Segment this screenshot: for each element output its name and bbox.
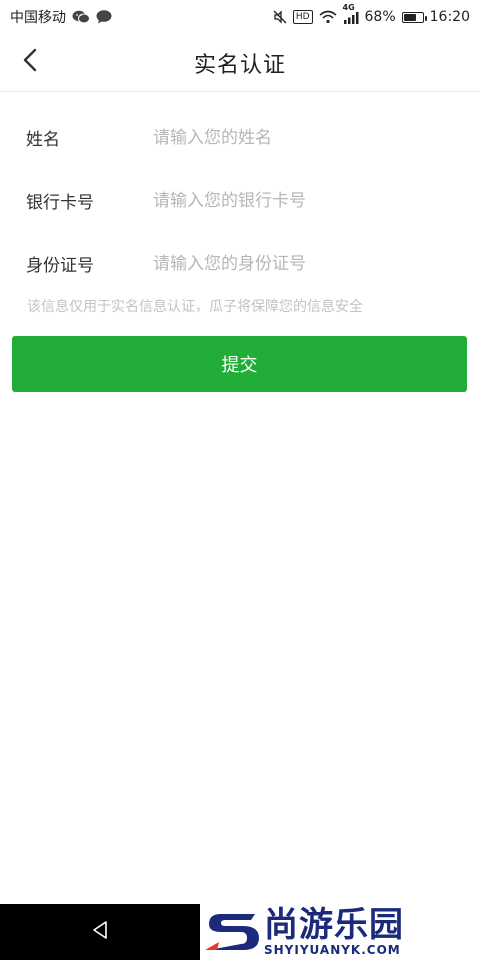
network-label: 4G [342,3,355,12]
signal-icon: 4G [343,3,359,25]
form-row-bank-card: 银行卡号 [0,169,480,232]
status-right: HD 4G 68% 16:20 [273,3,470,25]
name-label: 姓名 [26,130,60,150]
header: 实名认证 [0,34,480,92]
watermark-cn: 尚游乐园 [264,905,404,945]
chevron-left-icon [22,48,38,76]
clock: 16:20 [429,9,470,25]
carrier-label: 中国移动 [10,10,66,26]
page-title: 实名认证 [193,52,286,78]
battery-percent: 68% [364,9,396,25]
form-row-id-number: 身份证号 [0,232,480,295]
submit-button[interactable]: 提交 [12,336,467,392]
status-left: 中国移动 [10,7,112,27]
back-button[interactable] [14,46,46,78]
id-number-input[interactable] [153,243,460,284]
watermark-logo-icon [200,904,264,960]
hd-icon: HD [292,10,313,24]
id-number-label: 身份证号 [26,256,94,276]
mute-icon [273,9,287,25]
name-input[interactable] [153,117,460,158]
system-nav-bar [0,904,200,960]
watermark-text: 尚游乐园 SHYIYUANYK.COM [264,907,404,957]
message-bubble-icon [96,9,112,25]
triangle-back-icon[interactable] [89,919,111,945]
status-bar: 中国移动 HD 4G 68% 16:20 [0,0,480,34]
bank-card-input[interactable] [153,180,460,221]
wifi-icon [318,9,337,25]
battery-fill [403,13,416,21]
watermark: 尚游乐园 SHYIYUANYK.COM [200,904,480,960]
real-name-form: 姓名 银行卡号 身份证号 [0,92,480,295]
battery-icon [401,11,427,23]
form-row-name: 姓名 [0,106,480,169]
watermark-en: SHYIYUANYK.COM [264,943,401,957]
wechat-icon [72,9,90,25]
bank-card-label: 银行卡号 [26,193,94,213]
privacy-notice: 该信息仅用于实名信息认证，瓜子将保障您的信息安全 [27,299,363,315]
